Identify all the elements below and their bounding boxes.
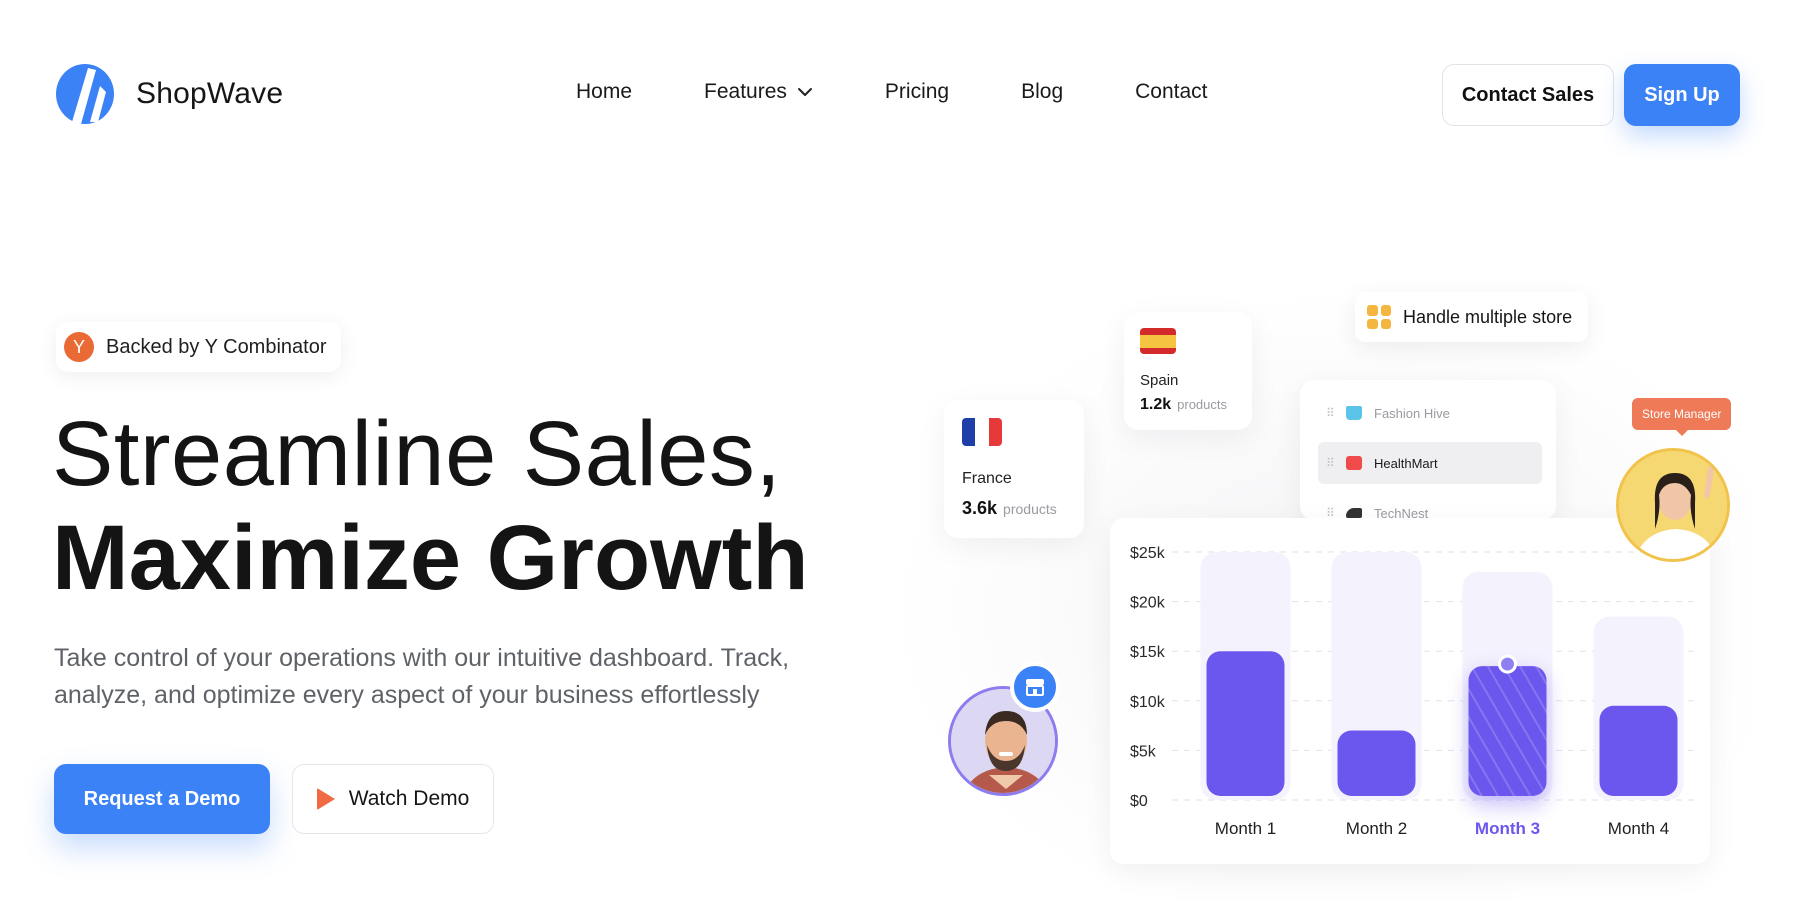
hero-title-line2: Maximize Growth bbox=[52, 507, 809, 609]
nav-item-label: Blog bbox=[1021, 80, 1064, 103]
nav-item-features[interactable]: Features bbox=[704, 80, 813, 104]
country-name: France bbox=[962, 470, 1012, 487]
y-tick-label: $15k bbox=[1130, 644, 1166, 661]
spain-card: Spain 1.2k products bbox=[1124, 312, 1252, 430]
play-icon bbox=[316, 788, 335, 810]
store-icon-badge bbox=[1010, 662, 1060, 712]
watch-demo-label: Watch Demo bbox=[348, 787, 470, 810]
x-tick-label: Month 3 bbox=[1475, 819, 1540, 838]
spain-flag-icon bbox=[1140, 328, 1176, 354]
drag-handle-icon: ⠿ bbox=[1326, 456, 1335, 470]
bar bbox=[1468, 666, 1547, 796]
manager-avatar bbox=[1616, 448, 1730, 562]
y-tick-label: $5k bbox=[1130, 743, 1157, 760]
store-row[interactable]: ⠿ Fashion Hive bbox=[1318, 392, 1542, 434]
france-flag-icon bbox=[962, 418, 1002, 446]
store-row-selected[interactable]: ⠿ HealthMart bbox=[1318, 442, 1542, 484]
brand-logo[interactable]: ShopWave bbox=[56, 64, 283, 124]
brand-name: ShopWave bbox=[136, 77, 284, 110]
product-count-value: 1.2k bbox=[1140, 396, 1172, 413]
nav-item-label: Pricing bbox=[884, 80, 950, 103]
wave-logo-icon bbox=[56, 64, 114, 124]
nav-item-label: Home bbox=[576, 80, 633, 103]
contact-sales-button[interactable]: Contact Sales bbox=[1442, 64, 1614, 126]
request-demo-button[interactable]: Request a Demo bbox=[54, 764, 270, 834]
handle-store-pill: Handle multiple store bbox=[1355, 292, 1589, 342]
product-count-value: 3.6k bbox=[962, 498, 998, 518]
bar-chart: $0 $5k $10k $15k $20k $25k Month 1 Month 2 Month… bbox=[1130, 545, 1696, 838]
main-nav: Home Features Pricing Blog Contact bbox=[576, 80, 1208, 104]
store-manager-badge: Store Manager bbox=[1632, 398, 1732, 436]
chevron-down-icon bbox=[797, 88, 812, 96]
product-count: 1.2k products bbox=[1140, 396, 1227, 414]
bar bbox=[1337, 730, 1416, 796]
watch-demo-button[interactable]: Watch Demo bbox=[292, 764, 494, 834]
nav-item-contact[interactable]: Contact bbox=[1135, 80, 1207, 104]
y-combinator-icon: Y bbox=[64, 332, 94, 362]
grid-icon bbox=[1367, 305, 1391, 329]
x-tick-label: Month 2 bbox=[1346, 819, 1407, 838]
france-card: France 3.6k products bbox=[944, 400, 1084, 538]
handle-store-label: Handle multiple store bbox=[1403, 306, 1573, 327]
camera-icon bbox=[1346, 456, 1362, 470]
nav-item-home[interactable]: Home bbox=[576, 80, 632, 104]
x-tick-label: Month 1 bbox=[1215, 819, 1276, 838]
shirt-icon bbox=[1346, 406, 1362, 420]
bar bbox=[1599, 705, 1678, 796]
drag-handle-icon: ⠿ bbox=[1326, 406, 1335, 420]
sign-up-button[interactable]: Sign Up bbox=[1624, 64, 1740, 126]
nav-item-label: Contact bbox=[1135, 80, 1208, 103]
store-name: Fashion Hive bbox=[1374, 405, 1450, 421]
y-tick-label: $10k bbox=[1130, 694, 1166, 711]
hero-subtitle: Take control of your operations with our… bbox=[54, 644, 790, 709]
product-count: 3.6k products bbox=[962, 498, 1057, 519]
revenue-chart-card: $0 $5k $10k $15k $20k $25k Month 1 Month 2 Month… bbox=[1110, 518, 1710, 864]
nav-item-pricing[interactable]: Pricing bbox=[885, 80, 949, 104]
y-tick-label: $0 bbox=[1130, 793, 1148, 810]
product-unit: products bbox=[1177, 397, 1228, 412]
bar-marker bbox=[1498, 654, 1517, 674]
badge-text: Backed by Y Combinator bbox=[106, 335, 327, 358]
x-tick-label: Month 4 bbox=[1608, 819, 1669, 838]
product-unit: products bbox=[1003, 501, 1057, 517]
store-list-card: ⠿ Fashion Hive ⠿ HealthMart ⠿ TechNest bbox=[1300, 380, 1556, 521]
sneaker-icon bbox=[1346, 508, 1362, 518]
nav-item-label: Features bbox=[704, 80, 787, 103]
y-tick-label: $20k bbox=[1130, 595, 1166, 612]
backed-by-badge: Y Backed by Y Combinator bbox=[56, 322, 341, 372]
y-tick-label: $25k bbox=[1130, 545, 1166, 562]
bar bbox=[1206, 651, 1285, 796]
store-name: HealthMart bbox=[1374, 455, 1438, 471]
country-name: Spain bbox=[1140, 372, 1179, 389]
nav-item-blog[interactable]: Blog bbox=[1021, 80, 1063, 104]
hero-title-line1: Streamline Sales, bbox=[52, 403, 782, 505]
store-icon bbox=[1026, 679, 1044, 696]
